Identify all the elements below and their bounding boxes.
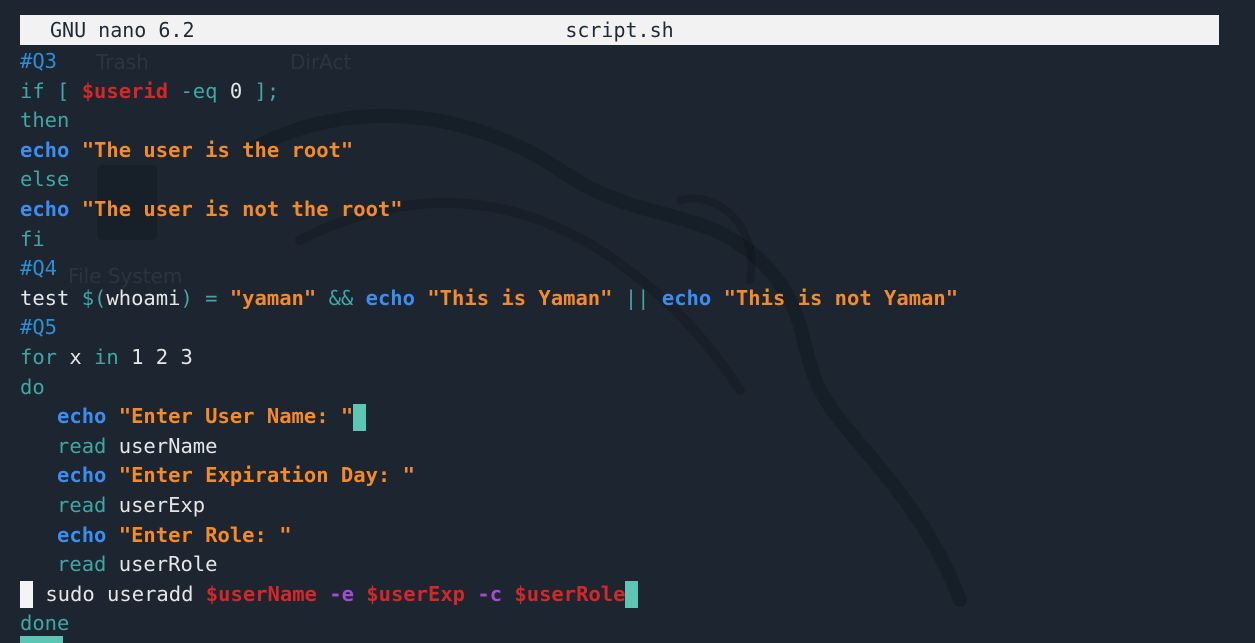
code-string: "The user is the root" (81, 137, 354, 162)
code-plain: 1 2 3 (118, 344, 193, 369)
code-option: -e (329, 581, 354, 606)
code-operator: || (612, 285, 662, 310)
code-subshell-close: ) = (180, 285, 230, 310)
code-keyword: ]; (242, 78, 280, 103)
code-line: do (20, 373, 958, 403)
code-variable: $userRole (514, 581, 626, 606)
code-string: "This is Yaman" (427, 285, 613, 310)
code-line: else (20, 165, 958, 195)
code-keyword: do (20, 374, 45, 399)
code-line: #Q5 (20, 313, 958, 343)
selection-marker (20, 581, 33, 609)
code-string: "This is not Yaman" (723, 285, 959, 310)
code-subshell-open: $( (81, 285, 107, 310)
code-string: "Enter Role: " (118, 522, 292, 547)
code-line: sudo useradd $userName -e $userExp -c $u… (20, 580, 958, 610)
code-string: "Enter User Name: " (118, 404, 354, 429)
code-string: "The user is not the root" (81, 196, 403, 221)
code-line: then (20, 106, 958, 136)
code-line: echo "The user is the root" (20, 136, 958, 166)
code-line: done (20, 609, 958, 639)
code-variable: $userName (205, 581, 317, 606)
code-comment: #Q4 (20, 256, 58, 281)
editor-text-area[interactable]: #Q3 if [ $userid -eq 0 ]; then echo "The… (20, 47, 958, 639)
code-line: for x in 1 2 3 (20, 343, 958, 373)
code-echo: echo (57, 463, 107, 488)
code-line: if [ $userid -eq 0 ]; (20, 77, 958, 107)
code-line: echo "Enter User Name: " (20, 402, 958, 432)
code-keyword: done (20, 611, 70, 636)
code-keyword: read (57, 552, 107, 577)
code-keyword: read (57, 492, 107, 517)
code-command: test (20, 285, 82, 310)
code-line: fi (20, 225, 958, 255)
code-line: read userExp (20, 491, 958, 521)
code-operator: -eq (168, 78, 230, 103)
code-line: test $(whoami) = "yaman" && echo "This i… (20, 284, 958, 314)
code-keyword: fi (20, 226, 45, 251)
code-keyword: read (57, 433, 107, 458)
code-variable: $userid (81, 78, 169, 103)
code-option: -c (477, 581, 503, 606)
code-echo: echo (20, 196, 70, 221)
code-keyword: then (20, 108, 70, 133)
text-cursor (625, 581, 639, 609)
code-plain: x (57, 344, 95, 369)
code-echo: echo (57, 522, 107, 547)
code-line: read userName (20, 432, 958, 462)
code-line: read userRole (20, 550, 958, 580)
code-variable: $userExp (366, 581, 466, 606)
code-echo: echo (661, 285, 712, 310)
code-echo: echo (20, 137, 70, 162)
code-keyword: in (94, 344, 119, 369)
text-cursor (353, 403, 367, 431)
code-keyword: for (20, 344, 58, 369)
code-plain: userExp (106, 492, 206, 517)
code-line: echo "Enter Role: " (20, 521, 958, 551)
status-cursor-block (20, 636, 63, 643)
code-plain: userName (106, 433, 218, 458)
code-echo: echo (365, 285, 415, 310)
code-keyword: if [ (20, 78, 82, 103)
code-string: "Enter Expiration Day: " (118, 463, 415, 488)
code-number: 0 (229, 78, 243, 103)
code-command: whoami (106, 285, 181, 310)
code-line: #Q3 (20, 47, 958, 77)
code-line: echo "The user is not the root" (20, 195, 958, 225)
code-command: sudo useradd (33, 581, 206, 606)
code-operator: && (316, 285, 366, 310)
code-line: echo "Enter Expiration Day: " (20, 461, 958, 491)
code-comment: #Q5 (20, 315, 58, 340)
code-line: #Q4 (20, 254, 958, 284)
code-plain: userRole (106, 552, 218, 577)
code-string: "yaman" (229, 285, 317, 310)
code-echo: echo (57, 404, 107, 429)
nano-title-bar: GNU nano 6.2 script.sh (20, 15, 1219, 45)
code-keyword: else (20, 167, 70, 192)
file-name: script.sh (565, 18, 674, 42)
code-comment: #Q3 (20, 49, 58, 73)
